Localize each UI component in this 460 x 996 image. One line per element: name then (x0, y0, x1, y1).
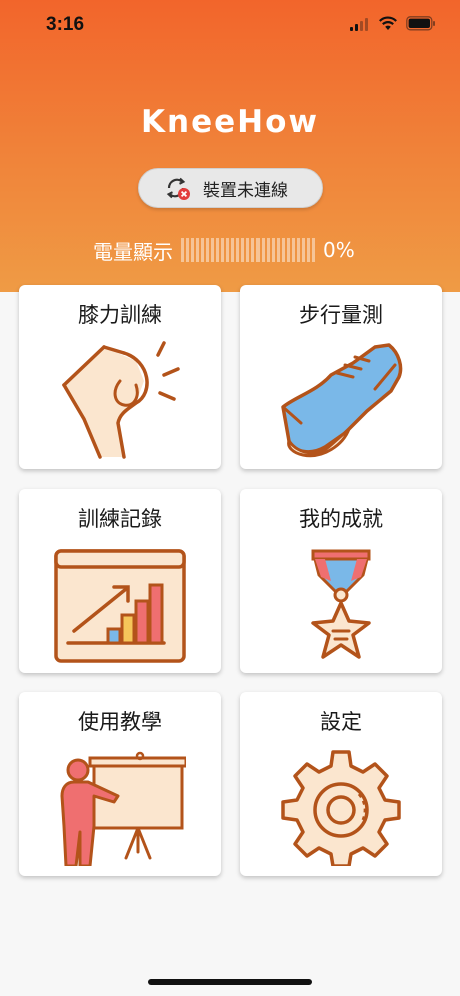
medal-icon (311, 549, 371, 659)
battery-segment (286, 238, 290, 262)
app-logo: KneeHow (140, 104, 320, 140)
battery-segment (196, 238, 200, 262)
battery-segment (206, 238, 210, 262)
status-time: 3:16 (46, 14, 85, 35)
battery-segment (211, 238, 215, 262)
battery-label: 電量顯示 (93, 239, 173, 264)
battery-segment (236, 238, 240, 262)
menu-card-tutorial[interactable]: 使用教學 (19, 692, 221, 876)
status-icons (350, 16, 436, 31)
connect-status-label: 裝置未連線 (203, 180, 288, 201)
home-indicator[interactable] (148, 979, 312, 985)
menu-card-walking-measurement[interactable]: 步行量測 (240, 285, 442, 469)
battery-segment (231, 238, 235, 262)
sync-disconnected-icon (166, 177, 190, 200)
menu-card-label: 設定 (320, 710, 362, 734)
battery-segment (246, 238, 250, 262)
battery-segment (226, 238, 230, 262)
battery-percent: 0% (323, 238, 355, 262)
menu-card-label: 我的成就 (299, 507, 383, 531)
battery-segment (271, 238, 275, 262)
menu-card-label: 膝力訓練 (78, 303, 162, 327)
battery-segment (241, 238, 245, 262)
battery-segment (296, 238, 300, 262)
menu-card-label: 步行量測 (299, 303, 383, 327)
menu-card-achievements[interactable]: 我的成就 (240, 489, 442, 673)
status-bar: 3:16 (0, 0, 460, 52)
shoe-icon (281, 343, 403, 458)
battery-segment (261, 238, 265, 262)
battery-segment (291, 238, 295, 262)
battery-segment (301, 238, 305, 262)
battery-segment (216, 238, 220, 262)
wifi-icon (379, 16, 397, 30)
menu-card-training-records[interactable]: 訓練記錄 (19, 489, 221, 673)
gear-icon (281, 750, 401, 866)
chart-board-icon (54, 549, 186, 663)
battery-segment (251, 238, 255, 262)
battery-segment (186, 238, 190, 262)
menu-card-label: 訓練記錄 (78, 507, 162, 531)
menu-card-label: 使用教學 (78, 710, 162, 734)
battery-segment (201, 238, 205, 262)
battery-segment (181, 238, 185, 262)
menu-card-settings[interactable]: 設定 (240, 692, 442, 876)
battery-segment (221, 238, 225, 262)
knee-icon (62, 341, 180, 459)
battery-segment (281, 238, 285, 262)
battery-level-bar (181, 238, 315, 262)
battery-indicator: 電量顯示 0% (93, 236, 355, 264)
teacher-icon (60, 751, 186, 866)
menu-card-knee-training[interactable]: 膝力訓練 (19, 285, 221, 469)
battery-segment (276, 238, 280, 262)
signal-icon (350, 17, 368, 31)
device-connect-button[interactable]: 裝置未連線 (138, 168, 323, 208)
battery-status-icon (406, 16, 435, 31)
battery-segment (266, 238, 270, 262)
battery-segment (306, 238, 310, 262)
battery-segment (311, 238, 315, 262)
battery-segment (256, 238, 260, 262)
battery-segment (191, 238, 195, 262)
